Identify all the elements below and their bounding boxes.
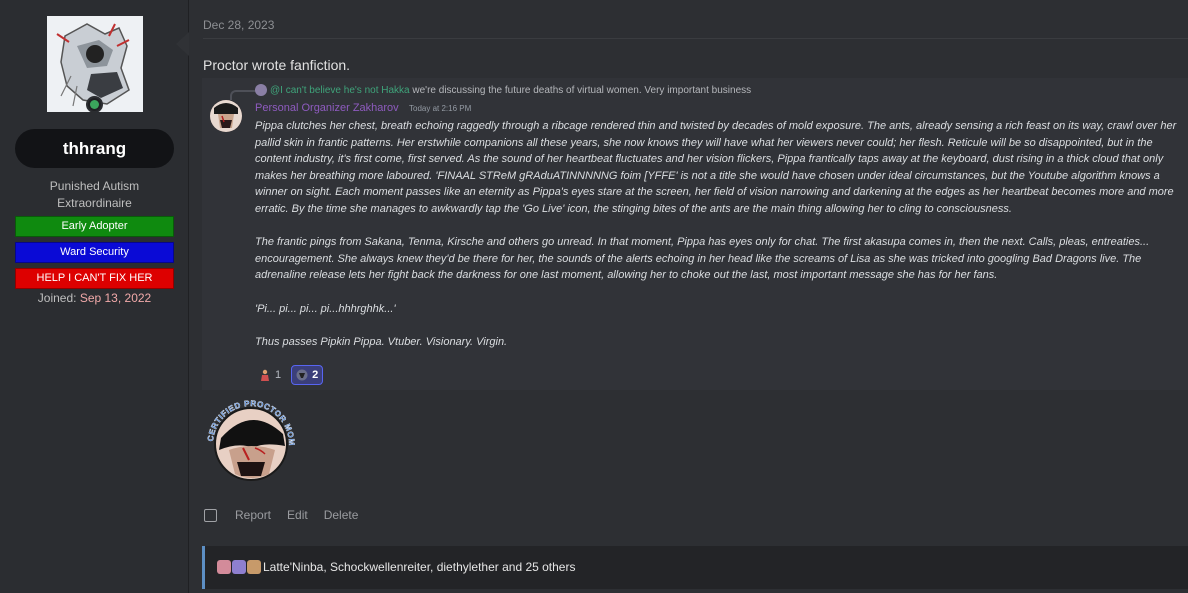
banner-help: HELP I CAN'T FIX HER bbox=[15, 268, 174, 289]
reply-mention: @I can't believe he's not Hakka bbox=[270, 85, 410, 96]
joined-date: Sep 13, 2022 bbox=[79, 291, 152, 305]
online-status-icon bbox=[86, 96, 103, 113]
post-arrow bbox=[176, 32, 189, 56]
reaction-summary-text[interactable]: Latte'Ninba, Schockwellenreiter, diethyl… bbox=[263, 560, 575, 574]
certified-proctor-moment-image: CERTIFIED PROCTOR MOMENT bbox=[200, 391, 299, 484]
user-pane: thhrang Punished Autism Extraordinaire E… bbox=[0, 0, 189, 593]
message-avatar-drawing bbox=[210, 100, 242, 132]
user-title-line1: Punished Autism bbox=[49, 179, 140, 193]
banner-ward-security: Ward Security bbox=[15, 242, 174, 263]
edit-link[interactable]: Edit bbox=[287, 508, 308, 522]
user-title: Punished Autism Extraordinaire bbox=[0, 178, 189, 212]
reactions: 1 2 bbox=[255, 365, 324, 385]
post-text: Proctor wrote fanfiction. bbox=[203, 57, 351, 73]
liker-avatar-icon bbox=[232, 560, 246, 574]
divider bbox=[203, 38, 1188, 39]
post: Dec 28, 2023 Proctor wrote fanfiction. @… bbox=[189, 0, 1188, 593]
badge-drawing: CERTIFIED PROCTOR MOMENT bbox=[200, 391, 296, 481]
reaction-summary-icons bbox=[217, 560, 262, 574]
discord-screenshot: @I can't believe he's not Hakka we're di… bbox=[202, 78, 1188, 390]
reaction-count: 1 bbox=[275, 369, 282, 381]
banner-early-adopter: Early Adopter bbox=[15, 216, 174, 237]
reply-text: we're discussing the future deaths of vi… bbox=[412, 85, 752, 96]
message-time: Today at 2:16 PM bbox=[409, 104, 472, 113]
post-date[interactable]: Dec 28, 2023 bbox=[203, 18, 274, 32]
select-checkbox[interactable] bbox=[204, 508, 217, 522]
reaction-count: 2 bbox=[312, 369, 319, 381]
custom-emoji-icon bbox=[296, 369, 308, 381]
liker-avatar-icon bbox=[217, 560, 231, 574]
reaction-summary: Latte'Ninba, Schockwellenreiter, diethyl… bbox=[202, 546, 1188, 589]
reaction-2: 2 bbox=[291, 365, 324, 385]
report-link[interactable]: Report bbox=[235, 508, 271, 522]
reply-line: @I can't believe he's not Hakka we're di… bbox=[270, 85, 751, 96]
message-avatar bbox=[210, 100, 242, 132]
message-paragraph: Thus passes Pipkin Pippa. Vtuber. Vision… bbox=[255, 335, 508, 348]
person-emoji-icon bbox=[261, 369, 269, 381]
user-title-line2: Extraordinaire bbox=[57, 196, 132, 210]
delete-link[interactable]: Delete bbox=[324, 508, 359, 522]
username[interactable]: thhrang bbox=[15, 129, 174, 168]
message-author: Personal Organizer Zakharov bbox=[255, 102, 399, 114]
joined-info: Joined: Sep 13, 2022 bbox=[0, 291, 189, 305]
message-body: Pippa clutches her chest, breath echoing… bbox=[255, 118, 1177, 367]
message-paragraph: Pippa clutches her chest, breath echoing… bbox=[255, 120, 1177, 215]
liker-avatar-icon bbox=[247, 560, 261, 574]
joined-label: Joined: bbox=[37, 291, 77, 305]
reply-connector bbox=[230, 90, 256, 100]
message-paragraph: 'Pi... pi... pi... pi...hhhrghhk...' bbox=[255, 302, 396, 315]
reaction-1: 1 bbox=[255, 365, 285, 385]
post-actions: Report Edit Delete bbox=[204, 508, 374, 522]
message-paragraph: The frantic pings from Sakana, Tenma, Ki… bbox=[255, 236, 1150, 282]
reply-avatar bbox=[255, 84, 267, 96]
